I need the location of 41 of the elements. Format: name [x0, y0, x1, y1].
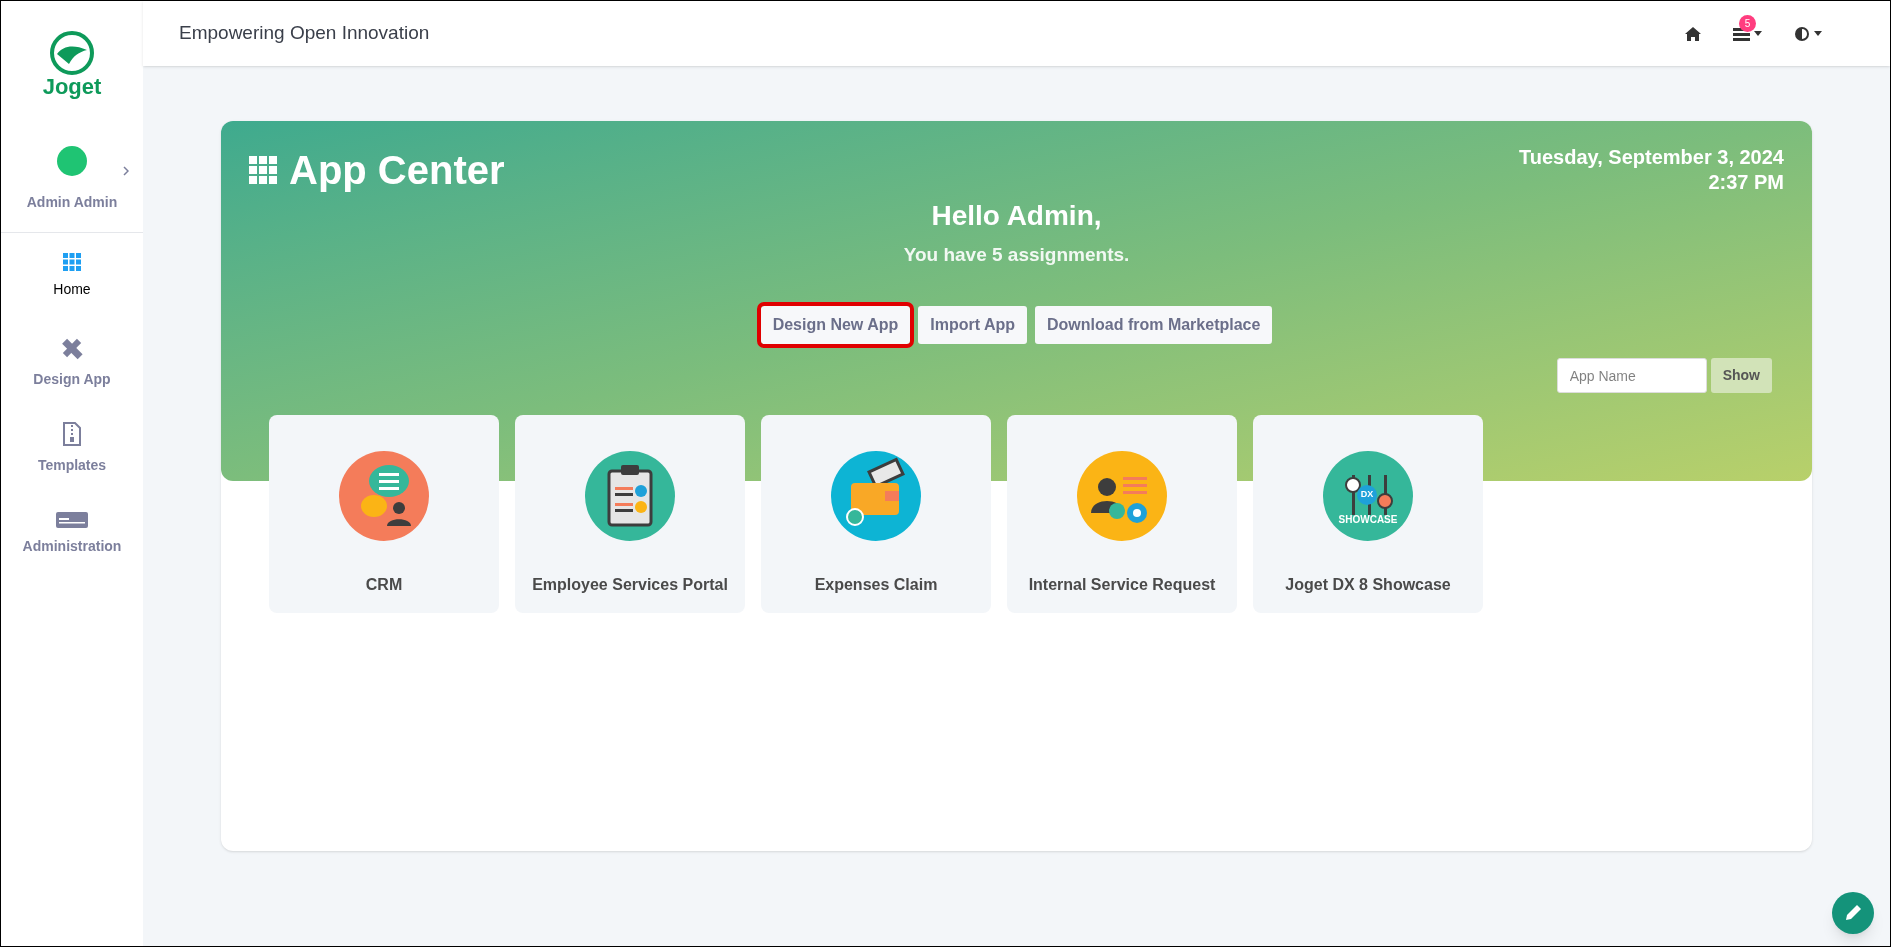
- app-name-field[interactable]: App Name: [1556, 358, 1707, 393]
- user-name[interactable]: Admin Admin: [26, 191, 118, 213]
- grid-icon: [63, 252, 81, 271]
- nav-item[interactable]: Home: [1, 233, 143, 319]
- app-tile[interactable]: DX SHOWCASE Joget DX 8 Showcase: [1253, 415, 1483, 613]
- app-tile[interactable]: Expenses Claim: [761, 415, 991, 613]
- icon-label: SHOWCASE: [1338, 515, 1398, 525]
- nav-item[interactable]: Templates: [1, 405, 143, 491]
- app-center-title: App Center: [289, 150, 505, 190]
- logo-icon: [49, 29, 95, 76]
- action-button[interactable]: Download from Marketplace: [1035, 305, 1273, 344]
- icon-label: DX: [1357, 485, 1377, 505]
- person-gear-icon: [1077, 451, 1167, 541]
- nav-item[interactable]: Administration: [1, 491, 143, 577]
- logo-text: Joget: [42, 75, 102, 98]
- avatar: [57, 145, 87, 176]
- time-text: 2:37 PM: [1708, 170, 1784, 195]
- app-tile[interactable]: Employee Services Portal: [515, 415, 745, 613]
- clipboard-checklist-icon: [585, 451, 675, 541]
- chat-person-icon: [339, 451, 429, 541]
- notification-badge: 5: [1739, 14, 1756, 32]
- action-button[interactable]: Import App: [918, 305, 1027, 344]
- wallet-money-icon: [831, 451, 921, 541]
- chevron-right-icon: [123, 166, 129, 176]
- caret-icon: [1754, 31, 1762, 36]
- app-tile[interactable]: CRM: [269, 415, 499, 613]
- nav-item[interactable]: Design App: [1, 319, 143, 405]
- grid-icon: [249, 156, 277, 184]
- page-title: Empowering Open Innovation: [179, 21, 431, 46]
- caret-icon: [1814, 31, 1822, 36]
- edit-button[interactable]: [1832, 892, 1874, 934]
- show-button[interactable]: Show: [1710, 358, 1772, 393]
- theme-icon[interactable]: [1794, 25, 1810, 42]
- date-text: Tuesday, September 3, 2024: [1519, 145, 1784, 170]
- assignments-text: You have 5 assignments.: [903, 243, 1130, 267]
- app-tile[interactable]: Internal Service Request: [1007, 415, 1237, 613]
- greeting: Hello Admin,: [931, 199, 1102, 233]
- home-icon[interactable]: [1685, 26, 1701, 41]
- zip-file-icon: [62, 420, 82, 447]
- pencil-icon: [1844, 904, 1862, 922]
- server-icon: [56, 511, 88, 528]
